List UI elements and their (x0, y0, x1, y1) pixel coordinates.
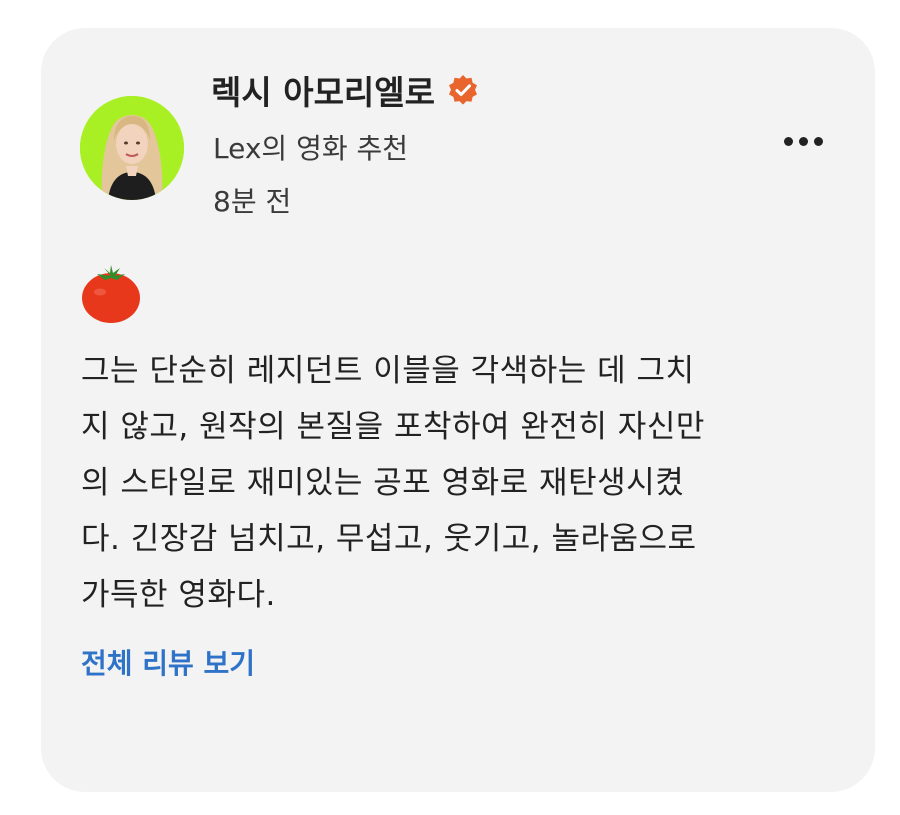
review-text: 그는 단순히 레지던트 이블을 각색하는 데 그치 지 않고, 원작의 본질을 … (81, 343, 841, 623)
more-dot-icon (813, 136, 823, 146)
review-line: 그는 단순히 레지던트 이블을 각색하는 데 그치 (81, 353, 695, 389)
review-line: 지 않고, 원작의 본질을 포착하여 완전히 자신만 (81, 409, 705, 445)
verified-badge-icon (449, 75, 478, 105)
more-dot-icon (783, 136, 793, 146)
avatar[interactable] (80, 96, 184, 200)
more-options-button[interactable] (775, 126, 831, 156)
full-review-link[interactable]: 전체 리뷰 보기 (81, 642, 255, 682)
more-dot-icon (798, 136, 808, 146)
review-line: 다. 긴장감 넘치고, 무섭고, 웃기고, 놀라움으로 (81, 521, 697, 557)
review-card: 렉시 아모리엘로 Lex의 영화 추천 8분 전 그는 단순히 레지던트 이블을… (41, 28, 875, 792)
tomato-icon (82, 265, 140, 323)
review-line: 의 스타일로 재미있는 공포 영화로 재탄생시켰 (81, 465, 685, 501)
author-name[interactable]: 렉시 아모리엘로 (211, 66, 435, 114)
review-line: 가득한 영화다. (81, 577, 276, 613)
author-row: 렉시 아모리엘로 (211, 66, 479, 114)
avatar-image (80, 96, 184, 200)
post-timestamp: 8분 전 (213, 185, 292, 218)
post-source[interactable]: Lex의 영화 추천 (213, 127, 408, 167)
